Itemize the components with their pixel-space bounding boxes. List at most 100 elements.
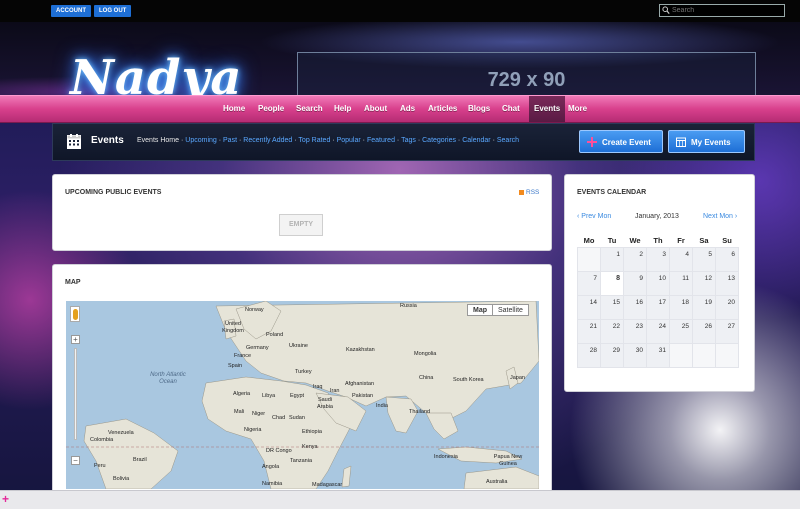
map-label: United Kingdom	[222, 321, 244, 334]
calendar-day[interactable]: 24	[646, 319, 670, 344]
rss-link[interactable]: RSS	[519, 189, 539, 196]
link-search[interactable]: Search	[497, 137, 519, 144]
calendar-day[interactable]: 23	[623, 319, 647, 344]
map-label: Saudi Arabia	[317, 397, 333, 410]
calendar-day-today[interactable]: 8	[600, 271, 624, 296]
search-input[interactable]	[672, 5, 780, 16]
calendar-day[interactable]: 10	[646, 271, 670, 296]
link-categories[interactable]: Categories	[422, 137, 456, 144]
world-map[interactable]: + − Map Satellite Russia Norway United K…	[66, 301, 539, 489]
rss-label: RSS	[526, 189, 540, 196]
calendar-day[interactable]: 13	[715, 271, 739, 296]
nav-about[interactable]: About	[364, 96, 387, 122]
nav-home[interactable]: Home	[223, 96, 245, 122]
map-label: India	[376, 403, 388, 409]
nav-help[interactable]: Help	[334, 96, 351, 122]
map-panel: MAP + − Map Satellite Russia Norway Unit…	[52, 264, 552, 504]
calendar-day[interactable]: 5	[692, 247, 716, 272]
calendar-day[interactable]: 22	[600, 319, 624, 344]
plus-icon	[587, 137, 597, 147]
calendar-day[interactable]: 31	[646, 343, 670, 368]
nav-chat[interactable]: Chat	[502, 96, 520, 122]
link-past[interactable]: Past	[223, 137, 237, 144]
map-view-button[interactable]: Map	[467, 304, 493, 316]
my-events-label: My Events	[691, 138, 731, 147]
link-top-rated[interactable]: Top Rated	[298, 137, 330, 144]
calendar-day[interactable]: 17	[646, 295, 670, 320]
calendar-day[interactable]: 26	[692, 319, 716, 344]
next-month-link[interactable]: Next Mon ›	[703, 213, 737, 220]
calendar-day[interactable]: 14	[577, 295, 601, 320]
calendar-day[interactable]: 9	[623, 271, 647, 296]
nav-search[interactable]: Search	[296, 96, 323, 122]
map-label: Afghanistan	[345, 381, 375, 387]
map-label: Turkey	[295, 369, 312, 375]
calendar-day[interactable]: 20	[715, 295, 739, 320]
calendar-day[interactable]: 12	[692, 271, 716, 296]
empty-placeholder: EMPTY	[279, 214, 323, 236]
create-event-button[interactable]: Create Event	[579, 130, 663, 153]
calendar-day[interactable]: 16	[623, 295, 647, 320]
weekday-header: Mo	[583, 235, 595, 245]
calendar-day[interactable]: 30	[623, 343, 647, 368]
map-label: Japan	[510, 375, 525, 381]
nav-ads[interactable]: Ads	[400, 96, 415, 122]
events-toolbar: Events Events Home · Upcoming · Past · R…	[52, 123, 755, 161]
calendar-day[interactable]: 19	[692, 295, 716, 320]
calendar-day[interactable]: 3	[646, 247, 670, 272]
calendar-day[interactable]: 29	[600, 343, 624, 368]
calendar-day[interactable]: 4	[669, 247, 693, 272]
events-subnav: Events Home · Upcoming · Past · Recently…	[137, 137, 519, 144]
nav-articles[interactable]: Articles	[428, 96, 457, 122]
link-upcoming[interactable]: Upcoming	[185, 137, 217, 144]
weekday-header: Sa	[699, 235, 709, 245]
weekday-header: Fr	[677, 235, 685, 245]
calendar-day[interactable]: 27	[715, 319, 739, 344]
upcoming-events-panel: UPCOMING PUBLIC EVENTS RSS EMPTY	[52, 174, 552, 251]
map-label: Iran	[330, 388, 340, 394]
calendar-day[interactable]: 21	[577, 319, 601, 344]
link-events-home[interactable]: Events Home	[137, 137, 179, 144]
street-view-pegman-icon[interactable]	[70, 306, 80, 322]
zoom-slider[interactable]	[74, 348, 77, 440]
calendar-day[interactable]: 6	[715, 247, 739, 272]
calendar-day[interactable]: 18	[669, 295, 693, 320]
link-tags[interactable]: Tags	[401, 137, 416, 144]
link-calendar[interactable]: Calendar	[462, 137, 490, 144]
calendar-day[interactable]: 28	[577, 343, 601, 368]
bottom-plus-button[interactable]: +	[2, 492, 9, 506]
prev-month-link[interactable]: ‹ Prev Mon	[577, 213, 611, 220]
satellite-view-button[interactable]: Satellite	[492, 304, 529, 316]
main-nav: Home People Search Help About Ads Articl…	[0, 95, 800, 123]
link-popular[interactable]: Popular	[337, 137, 361, 144]
calendar-day[interactable]: 11	[669, 271, 693, 296]
account-button[interactable]: ACCOUNT	[51, 5, 91, 17]
calendar-day[interactable]: 25	[669, 319, 693, 344]
zoom-in-button[interactable]: +	[71, 335, 80, 344]
map-label: Ethiopia	[302, 429, 322, 435]
map-label: Pakistan	[352, 393, 374, 399]
calendar-day[interactable]: 15	[600, 295, 624, 320]
nav-more[interactable]: More	[568, 96, 587, 122]
map-ocean-label: North Atlantic Ocean	[150, 372, 186, 385]
search-field[interactable]	[659, 4, 785, 17]
zoom-out-button[interactable]: −	[71, 456, 80, 465]
my-events-button[interactable]: My Events	[668, 130, 745, 153]
link-featured[interactable]: Featured	[367, 137, 395, 144]
map-label: Poland	[266, 332, 284, 338]
map-label: Kazakhstan	[346, 347, 375, 353]
map-label: Thailand	[409, 409, 431, 415]
map-label: Indonesia	[434, 454, 458, 460]
nav-blogs[interactable]: Blogs	[468, 96, 490, 122]
calendar-day[interactable]: 1	[600, 247, 624, 272]
weekday-header: Tu	[607, 235, 617, 245]
nav-events[interactable]: Events	[529, 96, 566, 122]
link-recently-added[interactable]: Recently Added	[243, 137, 292, 144]
map-label: France	[234, 353, 252, 359]
create-event-label: Create Event	[602, 138, 651, 147]
logout-button[interactable]: LOG OUT	[94, 5, 132, 17]
calendar-day[interactable]: 2	[623, 247, 647, 272]
rss-icon	[519, 190, 524, 195]
nav-people[interactable]: People	[258, 96, 284, 122]
calendar-day[interactable]: 7	[577, 271, 601, 296]
